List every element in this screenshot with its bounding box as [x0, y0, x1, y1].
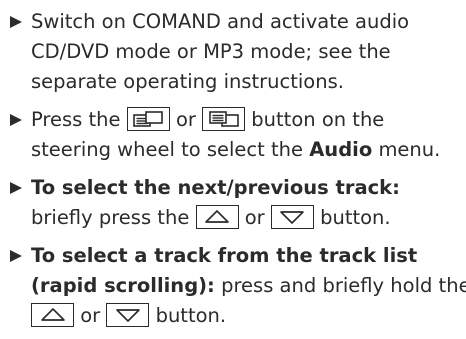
step-line: or button.: [31, 301, 466, 331]
step-line: Switch on COMAND and activate audio: [31, 10, 410, 33]
step-text: Press the: [31, 108, 121, 131]
bullet-marker: [10, 182, 22, 194]
step-heading: To select the next/previous track:: [31, 176, 400, 199]
page-forward-icon: [202, 106, 246, 131]
step-text: button.: [155, 304, 227, 327]
step-line: CD/DVD mode or MP3 mode; see the: [31, 40, 391, 63]
bullet-marker: [10, 16, 22, 28]
step-text: briefly press the: [31, 206, 190, 229]
step-switch-on: Switch on COMAND and activate audio CD/D…: [10, 7, 466, 97]
step-heading: (rapid scrolling):: [31, 274, 215, 297]
audio-menu-label: Audio: [309, 138, 373, 161]
step-text: or: [244, 206, 265, 229]
step-text: menu.: [378, 138, 441, 161]
step-text: steering wheel to select the: [31, 138, 304, 161]
step-rapid-scrolling: To select a track from the track list (r…: [10, 241, 466, 331]
step-line: (rapid scrolling): press and briefly hol…: [31, 271, 466, 301]
arrow-up-icon: [31, 302, 74, 327]
step-line: briefly press the or button.: [31, 203, 466, 233]
arrow-down-icon: [270, 204, 314, 229]
instruction-list: Switch on COMAND and activate audio CD/D…: [10, 7, 466, 339]
step-line: steering wheel to select the Audio menu.: [31, 135, 466, 165]
page-back-icon: [126, 106, 170, 131]
arrow-down-icon: [106, 302, 150, 327]
step-line: separate operating instructions.: [31, 70, 344, 93]
step-line: Press the or button on the: [31, 105, 466, 135]
arrow-up-icon: [195, 204, 239, 229]
step-next-previous-track: To select the next/previous track: brief…: [10, 173, 466, 233]
step-text: or: [175, 108, 196, 131]
step-heading: To select a track from the track list: [31, 244, 418, 267]
step-select-audio-menu: Press the or button on the steering whee…: [10, 105, 466, 165]
bullet-marker: [10, 250, 22, 262]
bullet-marker: [10, 114, 22, 126]
step-text: button.: [320, 206, 391, 229]
step-text: or: [80, 304, 101, 327]
step-text: button on the: [251, 108, 385, 131]
step-text: press and briefly hold the: [221, 274, 466, 297]
